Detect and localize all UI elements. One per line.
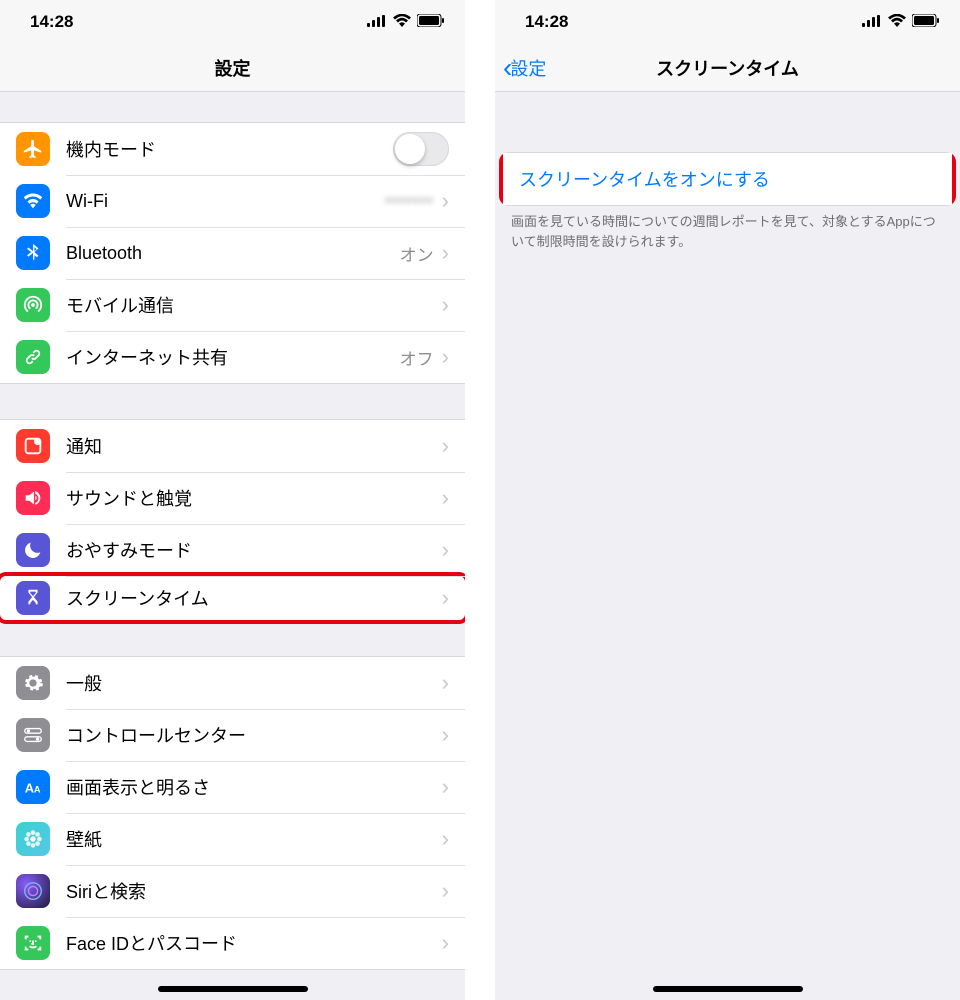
row-label: Wi-Fi — [66, 191, 385, 212]
chevron-right-icon: › — [442, 485, 449, 511]
settings-row-screentime[interactable]: スクリーンタイム› — [0, 572, 465, 624]
row-label: モバイル通信 — [66, 292, 442, 318]
row-value: オフ — [400, 345, 434, 370]
wifi-icon — [16, 184, 50, 218]
chevron-right-icon: › — [442, 670, 449, 696]
row-value: ••••••• — [385, 191, 434, 211]
faceid-icon — [16, 926, 50, 960]
enable-screentime-button[interactable]: スクリーンタイムをオンにする — [503, 153, 952, 205]
page-title: スクリーンタイム — [656, 55, 799, 81]
settings-row-display[interactable]: AA 画面表示と明るさ› — [0, 761, 465, 813]
svg-text:A: A — [25, 781, 34, 796]
row-label: おやすみモード — [66, 537, 442, 563]
nav-bar: 設定 — [0, 44, 465, 92]
flower-icon — [16, 822, 50, 856]
settings-row-wifi[interactable]: Wi-Fi••••••• › — [0, 175, 465, 227]
status-bar: 14:28 — [495, 0, 960, 44]
speaker-icon — [16, 481, 50, 515]
chevron-right-icon: › — [442, 433, 449, 459]
page-title: 設定 — [215, 55, 251, 81]
back-button[interactable]: ‹ 設定 — [503, 54, 546, 82]
chevron-right-icon: › — [442, 188, 449, 214]
row-label: コントロールセンター — [66, 722, 442, 748]
chevron-right-icon: › — [442, 774, 449, 800]
status-indicators — [862, 12, 940, 32]
link-icon — [16, 340, 50, 374]
row-label: Face IDとパスコード — [66, 930, 442, 956]
settings-row-faceid[interactable]: Face IDとパスコード› — [0, 917, 465, 969]
settings-row-airplane[interactable]: 機内モード — [0, 123, 465, 175]
chevron-right-icon: › — [442, 826, 449, 852]
settings-row-controlcenter[interactable]: コントロールセンター› — [0, 709, 465, 761]
settings-row-general[interactable]: 一般› — [0, 657, 465, 709]
row-label: 機内モード — [66, 136, 393, 162]
row-label: サウンドと触覚 — [66, 485, 442, 511]
row-label: 壁紙 — [66, 826, 442, 852]
footer-description: 画面を見ている時間についての週間レポートを見て、対象とするAppについて制限時間… — [495, 202, 960, 251]
enable-screentime-group: スクリーンタイムをオンにする — [499, 152, 956, 206]
row-label: 一般 — [66, 670, 442, 696]
row-label: Siriと検索 — [66, 878, 442, 904]
screentime-screen: 14:28 ‹ 設定 スクリーンタイム スクリーンタイムをオンにする 画面を見て… — [495, 0, 960, 1000]
toggle-switch[interactable] — [393, 132, 449, 166]
settings-row-cellular[interactable]: モバイル通信› — [0, 279, 465, 331]
cellular-signal-icon — [367, 12, 387, 32]
battery-icon — [417, 12, 445, 32]
settings-row-dnd[interactable]: おやすみモード› — [0, 524, 465, 576]
row-label: 画面表示と明るさ — [66, 774, 442, 800]
settings-row-siri[interactable]: Siriと検索› — [0, 865, 465, 917]
home-indicator[interactable] — [158, 986, 308, 992]
hourglass-icon — [16, 581, 50, 615]
status-indicators — [367, 12, 445, 32]
notification-icon — [16, 429, 50, 463]
chevron-right-icon: › — [442, 722, 449, 748]
svg-text:A: A — [34, 785, 41, 795]
nav-bar: ‹ 設定 スクリーンタイム — [495, 44, 960, 92]
wifi-status-icon — [393, 12, 411, 32]
gear-icon — [16, 666, 50, 700]
moon-icon — [16, 533, 50, 567]
chevron-right-icon: › — [442, 878, 449, 904]
chevron-right-icon: › — [442, 344, 449, 370]
airplane-icon — [16, 132, 50, 166]
row-label: インターネット共有 — [66, 344, 400, 370]
bluetooth-icon — [16, 236, 50, 270]
status-bar: 14:28 — [0, 0, 465, 44]
settings-row-sounds[interactable]: サウンドと触覚› — [0, 472, 465, 524]
back-label: 設定 — [510, 55, 546, 81]
battery-icon — [912, 12, 940, 32]
status-time: 14:28 — [525, 12, 568, 32]
home-indicator[interactable] — [653, 986, 803, 992]
row-label: スクリーンタイム — [66, 585, 442, 611]
chevron-right-icon: › — [442, 930, 449, 956]
chevron-right-icon: › — [442, 537, 449, 563]
text-size-icon: AA — [16, 770, 50, 804]
chevron-right-icon: › — [442, 585, 449, 611]
settings-screen: 14:28 設定 機内モードWi-Fi•••••••›Bluetoothオン›モ… — [0, 0, 465, 1000]
row-value: オン — [400, 241, 434, 266]
siri-icon — [16, 874, 50, 908]
row-label: 通知 — [66, 433, 442, 459]
settings-row-notifications[interactable]: 通知› — [0, 420, 465, 472]
antenna-icon — [16, 288, 50, 322]
wifi-status-icon — [888, 12, 906, 32]
row-label: Bluetooth — [66, 243, 400, 264]
chevron-right-icon: › — [442, 292, 449, 318]
status-time: 14:28 — [30, 12, 73, 32]
settings-row-hotspot[interactable]: インターネット共有オフ › — [0, 331, 465, 383]
switches-icon — [16, 718, 50, 752]
chevron-right-icon: › — [442, 240, 449, 266]
cellular-signal-icon — [862, 12, 882, 32]
settings-row-bluetooth[interactable]: Bluetoothオン › — [0, 227, 465, 279]
enable-screentime-label: スクリーンタイムをオンにする — [519, 166, 770, 192]
settings-row-wallpaper[interactable]: 壁紙› — [0, 813, 465, 865]
settings-list[interactable]: 機内モードWi-Fi•••••••›Bluetoothオン›モバイル通信›インタ… — [0, 122, 465, 970]
